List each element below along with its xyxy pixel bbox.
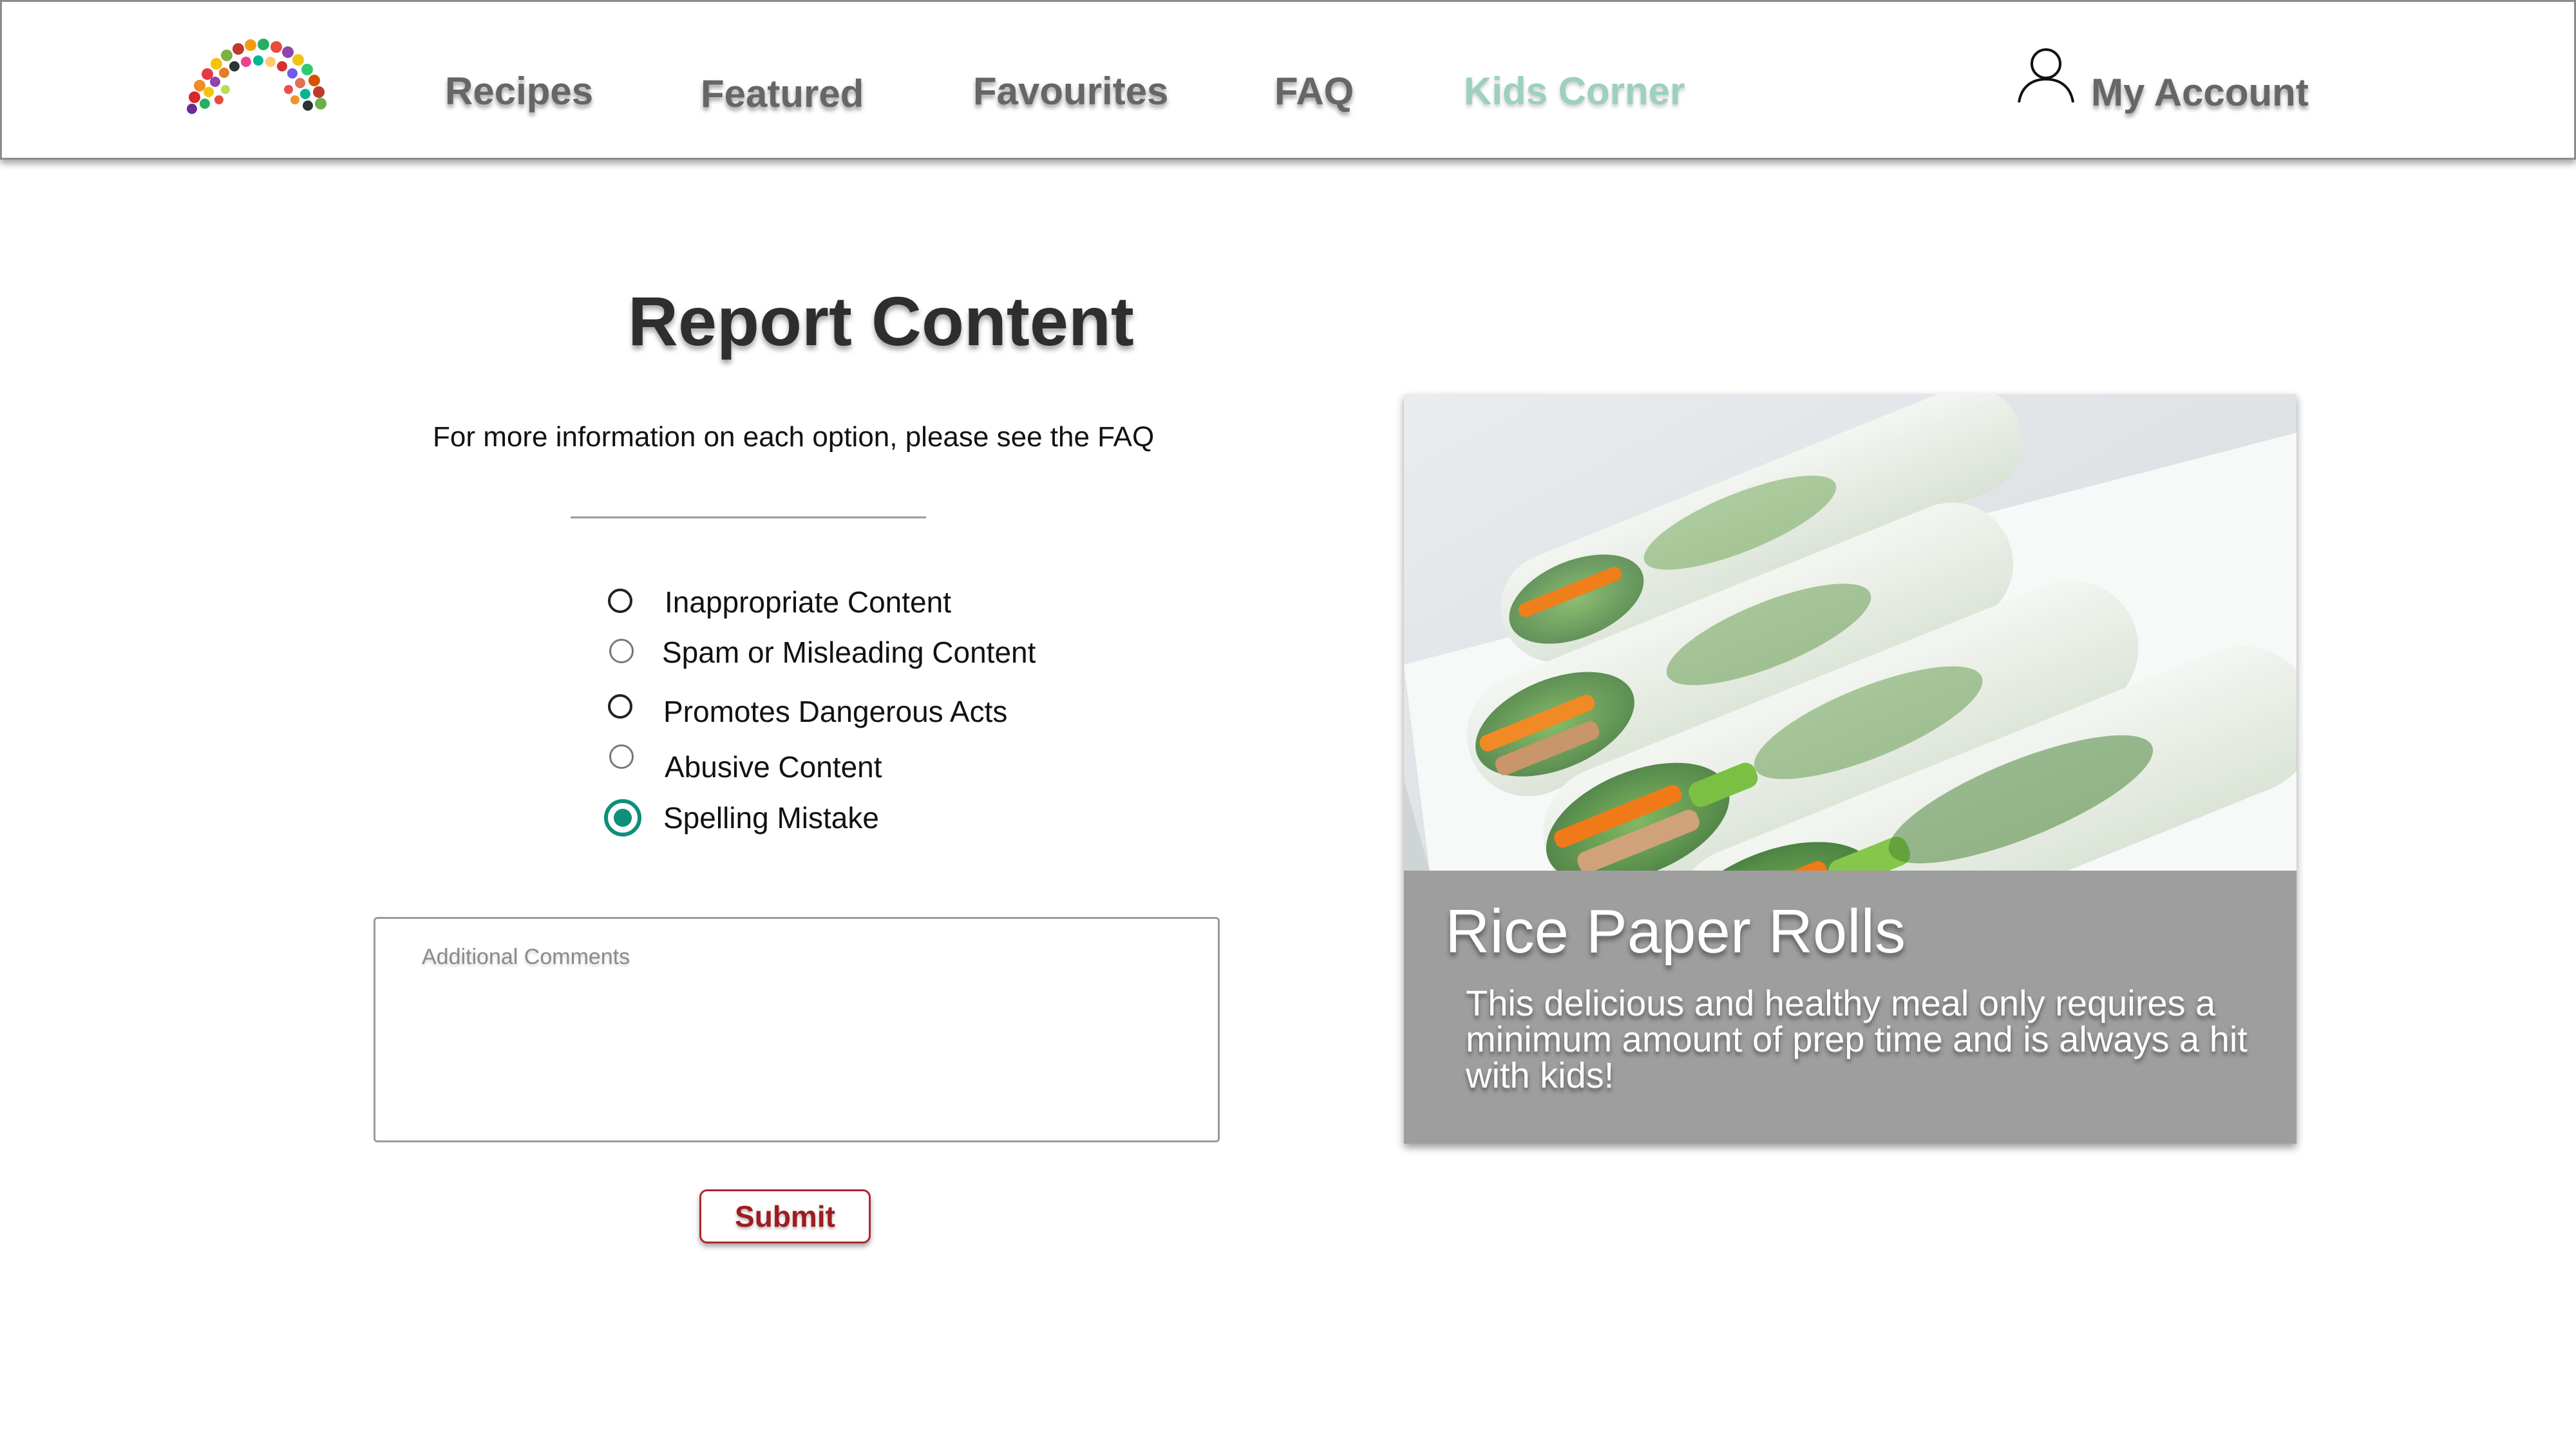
divider [571, 516, 926, 518]
option-label: Abusive Content [665, 750, 882, 784]
radio-button[interactable] [609, 639, 634, 663]
option-label: Spelling Mistake [663, 801, 879, 835]
option-label: Inappropriate Content [665, 585, 951, 619]
my-account-label: My Account [2091, 71, 2309, 114]
option-label: Spam or Misleading Content [662, 636, 1036, 669]
additional-comments-field[interactable] [374, 917, 1220, 1142]
nav-kids-corner[interactable]: Kids Corner [1464, 69, 1685, 113]
top-navigation-bar: Recipes Featured Favourites FAQ Kids Cor… [0, 0, 2576, 160]
user-icon [2018, 48, 2074, 103]
recipe-card-title: Rice Paper Rolls [1445, 897, 1906, 966]
radio-button[interactable] [608, 694, 632, 719]
nav-recipes[interactable]: Recipes [445, 69, 593, 113]
radio-button-selected[interactable] [604, 799, 641, 836]
rainbow-fruit-logo-icon[interactable] [185, 33, 328, 118]
faq-info-text: For more information on each option, ple… [433, 421, 1155, 453]
recipe-card[interactable]: Rice Paper Rolls This delicious and heal… [1404, 394, 2297, 1144]
radio-button[interactable] [608, 589, 632, 613]
nav-featured[interactable]: Featured [701, 71, 864, 116]
submit-button[interactable]: Submit [699, 1189, 871, 1243]
option-label: Promotes Dangerous Acts [663, 695, 1008, 728]
recipe-card-description: This delicious and healthy meal only req… [1466, 983, 2248, 1095]
nav-faq[interactable]: FAQ [1274, 69, 1354, 113]
nav-favourites[interactable]: Favourites [973, 69, 1168, 113]
page-title: Report Content [628, 282, 1134, 360]
radio-button[interactable] [609, 744, 634, 769]
rice-paper-rolls-photo [1404, 394, 2297, 871]
